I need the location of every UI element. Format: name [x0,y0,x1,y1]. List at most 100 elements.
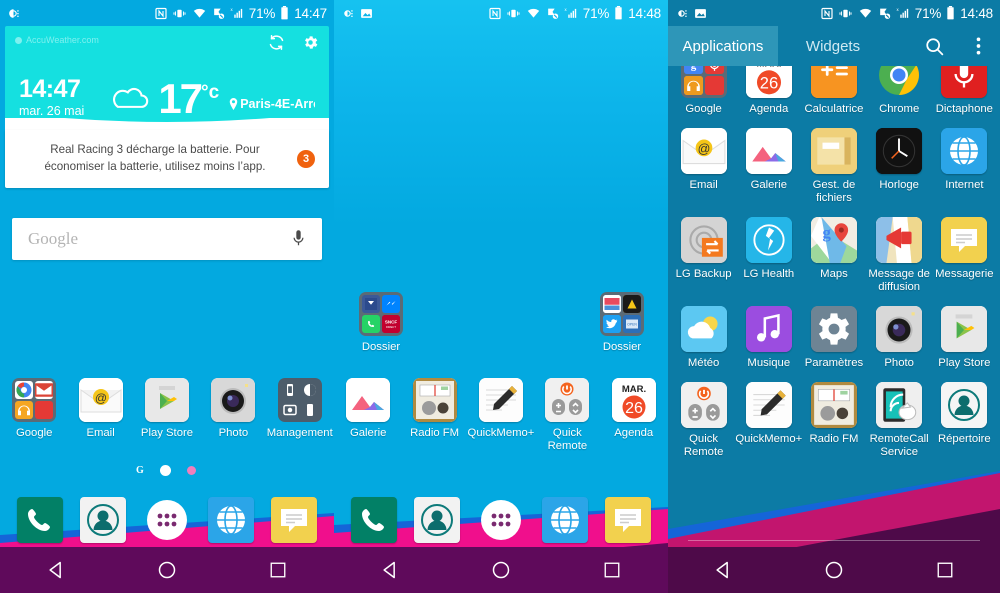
drawer-app-quickmemo[interactable]: QuickMemo+ [735,381,802,459]
home-icon[interactable] [473,547,529,593]
notification-card[interactable]: Real Racing 3 décharge la batterie. Pour… [5,130,329,188]
drawer-app-repertoire[interactable]: Répertoire [932,381,996,459]
weather-widget[interactable]: AccuWeather.com 14:47 mar. 26 mai 17°c P… [5,26,329,126]
svg-text:x: x [896,7,899,12]
contacts-icon [941,381,988,428]
back-icon[interactable] [695,547,751,593]
nfc-icon [821,7,833,20]
drawer-app-parametres[interactable]: Paramètres [802,305,866,370]
nav-bar-2 [334,547,668,593]
dock-2 [334,493,668,547]
google-now-badge[interactable]: G [136,465,144,476]
management-icon [277,378,322,422]
drawer-app-photo[interactable]: Photo [867,305,931,370]
maps-icon: g [810,216,857,263]
app-radio-fm[interactable]: Radio FM [402,378,468,453]
sync-off-icon [878,7,891,20]
search-icon[interactable] [912,26,956,66]
drawer-app-file-manager[interactable]: Gest. de fichiers [802,127,866,205]
folder-dossier-1[interactable]: SNCF DIRECT Dossier [348,292,414,354]
drawer-app-galerie[interactable]: Galerie [737,127,801,205]
home-icon[interactable] [806,547,862,593]
drawer-row-2: @ Email Galerie Gest. de fichiers Horlog… [668,127,1000,205]
app-label: QuickMemo+ [467,427,535,439]
drawer-app-horloge[interactable]: Horloge [867,127,931,205]
recents-icon[interactable] [250,547,306,593]
contacts-icon[interactable] [414,497,461,543]
drawer-app-broadcast[interactable]: Message de diffusion [867,216,931,294]
message-icon[interactable] [605,497,652,543]
app-quick-remote[interactable]: Quick Remote [534,378,600,453]
drawer-app-musique[interactable]: Musique [737,305,801,370]
weather-icon [680,305,727,352]
page-dot-2[interactable] [186,466,196,475]
app-email[interactable]: @ Email [68,378,134,440]
svg-text:g: g [822,223,831,242]
weather-location: Paris-4E-Arro [229,97,315,111]
home-app-row-1: Google @ Email Play Store Photo Manageme… [0,378,334,440]
wifi-icon [192,7,207,20]
globe-icon[interactable] [541,497,588,543]
app-drawer-icon[interactable] [144,497,190,543]
recents-icon[interactable] [584,547,640,593]
google-search-bar[interactable]: Google [12,218,322,260]
drawer-app-radio-fm[interactable]: Radio FM [802,381,866,459]
clock-time: 14:48 [960,5,993,21]
drawer-app-internet[interactable]: Internet [932,127,996,205]
phone-icon[interactable] [16,497,63,543]
recents-icon[interactable] [917,547,973,593]
radio-icon [412,378,457,422]
app-quickmemo[interactable]: QuickMemo+ [468,378,534,453]
email-icon: @ [78,378,123,422]
app-photo[interactable]: Photo [200,378,266,440]
app-agenda[interactable]: MAR. 26 Agenda [601,378,667,453]
screenshot-icon [694,7,707,20]
drawer-app-messagerie[interactable]: Messagerie [932,216,996,294]
drawer-app-play-store[interactable]: Play Store [932,305,996,370]
status-badge: 3 [297,150,315,168]
microphone-icon[interactable] [291,229,306,249]
vibrate-icon [506,7,521,20]
app-galerie[interactable]: Galerie [335,378,401,453]
back-icon[interactable] [362,547,418,593]
svg-text:@: @ [94,391,106,405]
sync-off-icon [546,7,559,20]
back-icon[interactable] [28,547,84,593]
contacts-icon[interactable] [80,497,127,543]
page-dot-1[interactable] [159,465,171,476]
more-vertical-icon[interactable] [956,26,1000,66]
search-input[interactable]: Google [28,229,291,249]
app-management[interactable]: Management [267,378,333,440]
app-label: Messagerie [935,267,994,280]
drawer-app-maps[interactable]: g Maps [802,216,866,294]
app-play-store[interactable]: Play Store [134,378,200,440]
tab-applications[interactable]: Applications [668,26,778,66]
drawer-app-lg-health[interactable]: LG Health [737,216,801,294]
message-icon[interactable] [271,497,318,543]
app-label: Gest. de fichiers [812,178,856,204]
app-label: Google [15,427,53,439]
weather-brand-label: AccuWeather.com [26,35,99,45]
page-indicator-1[interactable]: G [136,465,196,476]
globe-icon [941,127,988,174]
gear-icon[interactable] [302,34,319,51]
home-icon[interactable] [139,547,195,593]
folder-label: Dossier [602,341,642,353]
drawer-app-meteo[interactable]: Météo [672,305,736,370]
app-label: Maps [820,267,848,280]
drawer-app-quick-remote[interactable]: Quick Remote [672,381,736,459]
globe-icon[interactable] [207,497,254,543]
app-drawer-icon[interactable] [478,497,524,543]
drawer-app-email[interactable]: @ Email [672,127,736,205]
refresh-icon[interactable] [268,34,285,51]
app-label: Galerie [750,178,787,191]
phone-icon[interactable] [350,497,397,543]
battery-icon [946,6,955,20]
drawer-app-lg-backup[interactable]: LG Backup [672,216,736,294]
drawer-app-remotecall[interactable]: RemoteCall Service [867,381,931,459]
svg-text:@: @ [697,142,710,156]
app-google-folder[interactable]: Google [1,378,67,440]
folder-dossier-2[interactable]: OPEN Dossier [589,292,655,354]
tab-widgets[interactable]: Widgets [778,26,888,66]
clock-time: 14:48 [628,5,661,21]
